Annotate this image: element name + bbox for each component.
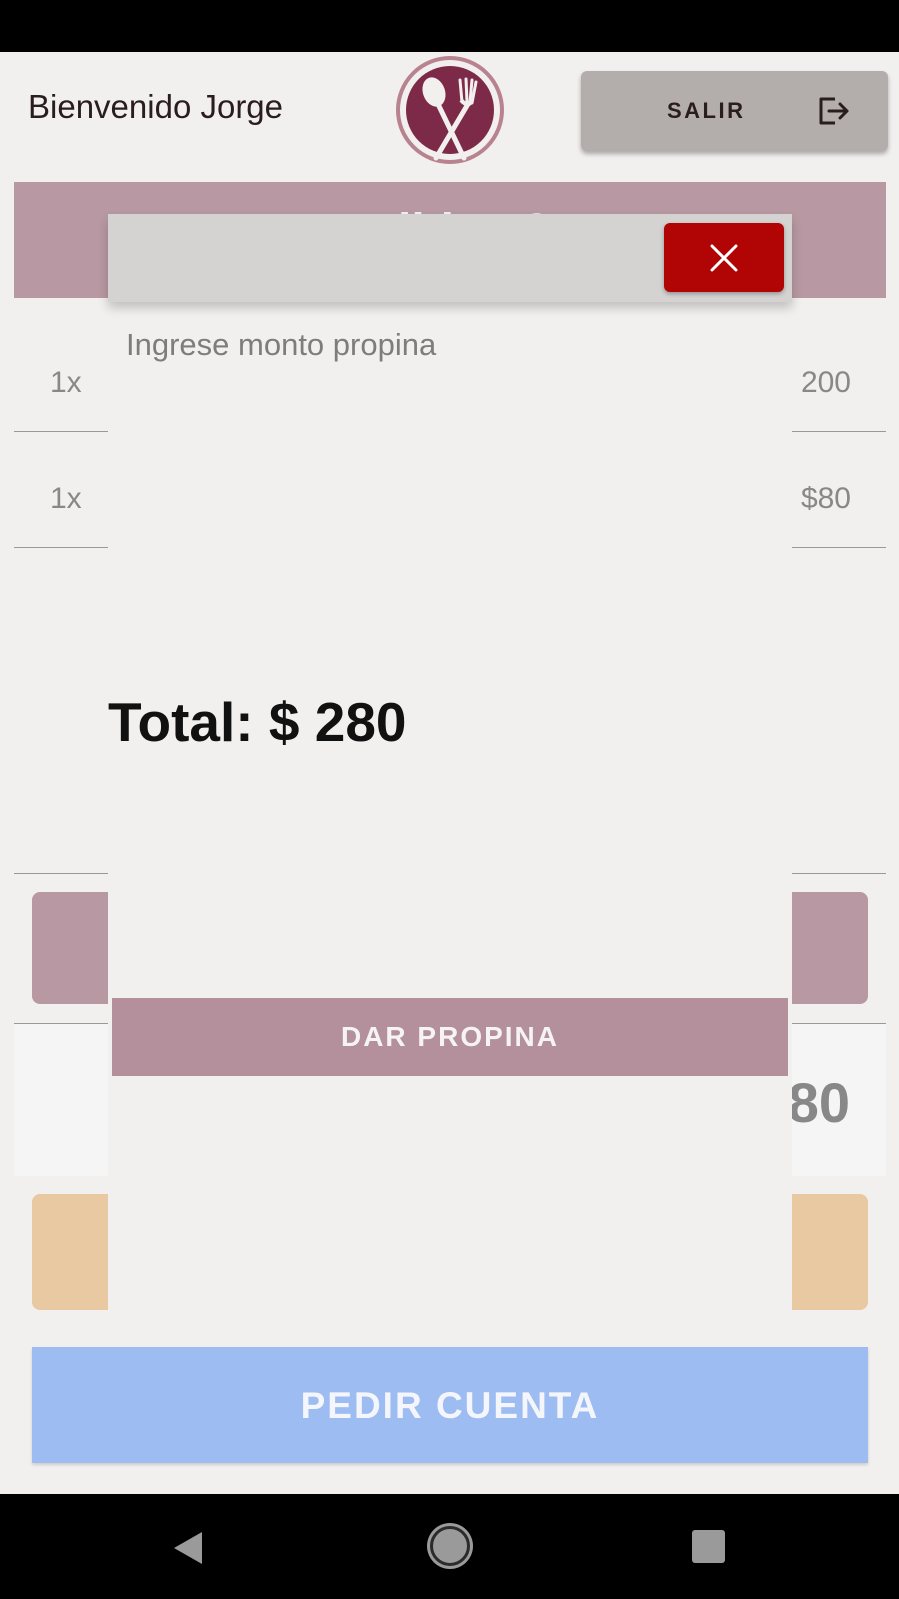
item-price: 200	[800, 366, 851, 399]
home-icon[interactable]	[430, 1526, 470, 1566]
divider	[14, 873, 108, 874]
divider	[792, 873, 886, 874]
close-button[interactable]	[664, 223, 784, 292]
status-bar	[0, 0, 899, 52]
give-tip-button[interactable]: DAR PROPINA	[112, 998, 788, 1076]
item-price: $80	[800, 482, 851, 515]
request-bill-button[interactable]: PEDIR CUENTA	[32, 1347, 868, 1463]
give-tip-label: DAR PROPINA	[340, 1021, 559, 1052]
tip-amount-input[interactable]	[126, 320, 766, 370]
divider	[14, 547, 108, 548]
recent-apps-icon[interactable]	[692, 1530, 725, 1563]
dialog-header	[108, 214, 792, 302]
navigation-bar	[0, 1494, 899, 1599]
logout-label: SALIR	[667, 98, 746, 123]
tip-dialog: Total: $ 280 DAR PROPINA	[108, 214, 792, 1326]
item-qty: 1x	[50, 366, 82, 399]
close-icon	[710, 244, 738, 272]
dialog-total: Total: $ 280	[108, 691, 407, 753]
spoon-fork-logo-icon	[422, 77, 478, 161]
welcome-text: Bienvenido Jorge	[28, 88, 284, 125]
divider	[792, 547, 886, 548]
restaurant-logo	[396, 56, 504, 164]
logout-icon	[819, 97, 849, 125]
logout-button[interactable]: SALIR	[581, 71, 888, 151]
divider	[792, 431, 886, 432]
back-icon[interactable]	[172, 1530, 204, 1566]
request-bill-label: PEDIR CUENTA	[300, 1385, 600, 1426]
item-qty: 1x	[50, 482, 82, 515]
divider	[14, 431, 108, 432]
